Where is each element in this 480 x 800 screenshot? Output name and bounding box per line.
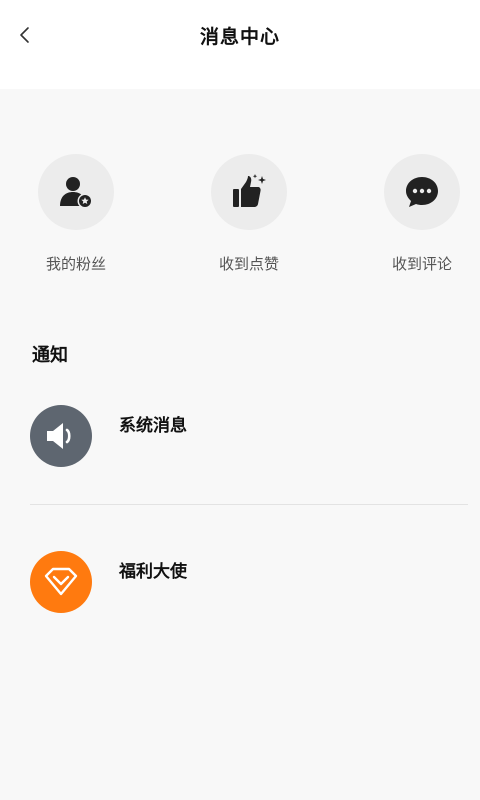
notice-item-welfare[interactable]: 福利大使	[0, 551, 480, 651]
likes-icon-circle	[211, 154, 287, 230]
header-bar: 消息中心	[0, 0, 480, 89]
section-title-notifications: 通知	[32, 345, 68, 366]
quick-item-fans[interactable]: 我的粉丝	[21, 154, 131, 278]
notice-label-system: 系统消息	[119, 416, 187, 436]
quick-label-likes: 收到点赞	[218, 255, 279, 273]
quick-label-fans: 我的粉丝	[45, 255, 106, 273]
quick-actions: 我的粉丝 收到点赞 收到评论	[0, 154, 480, 284]
comments-icon-circle	[384, 154, 460, 230]
divider	[30, 504, 468, 505]
thumbs-up-icon	[233, 174, 266, 207]
quick-item-comments[interactable]: 收到评论	[367, 154, 477, 278]
quick-label-comments: 收到评论	[391, 255, 452, 273]
notice-item-system[interactable]: 系统消息	[0, 405, 480, 505]
fans-icon	[60, 177, 93, 209]
quick-item-likes[interactable]: 收到点赞	[194, 154, 304, 278]
system-icon-circle	[30, 405, 92, 467]
welfare-icon-circle	[30, 551, 92, 613]
speaker-icon	[47, 423, 71, 449]
notice-label-welfare: 福利大使	[119, 562, 187, 582]
comment-icon	[406, 177, 438, 207]
diamond-icon	[44, 567, 78, 596]
fans-icon-circle	[38, 154, 114, 230]
page-title: 消息中心	[199, 26, 280, 48]
